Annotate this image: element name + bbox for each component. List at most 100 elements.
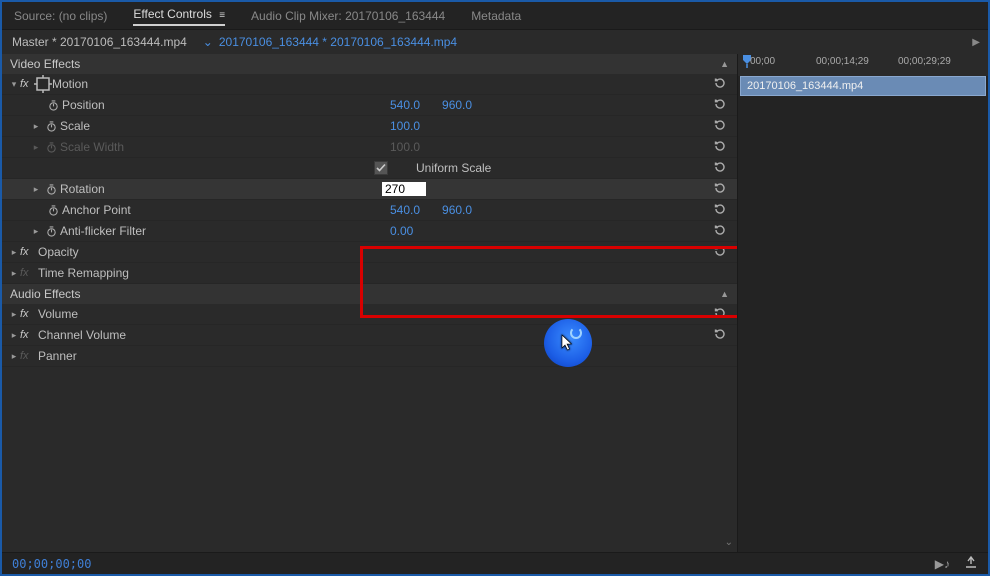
opacity-label: Opacity xyxy=(38,245,79,259)
effect-controls-list: Video Effects ▲ ▾ fx Motion P xyxy=(2,54,737,552)
reset-button[interactable] xyxy=(713,244,727,261)
timecode-display[interactable]: 00;00;00;00 xyxy=(12,557,91,571)
scale-width-value: 100.0 xyxy=(390,140,420,154)
antiflicker-label: Anti-flicker Filter xyxy=(60,224,146,238)
tab-effect-controls-label: Effect Controls xyxy=(133,7,211,21)
fx-badge-icon: fx xyxy=(20,350,34,362)
rotation-input[interactable] xyxy=(382,182,426,196)
tab-source[interactable]: Source: (no clips) xyxy=(14,9,107,23)
twisty-closed-icon[interactable]: ▸ xyxy=(8,351,20,362)
twisty-closed-icon[interactable]: ▸ xyxy=(30,226,42,237)
premiere-effect-controls-panel: Source: (no clips) Effect Controls ≡ Aud… xyxy=(0,0,990,576)
twisty-closed-icon[interactable]: ▸ xyxy=(8,309,20,320)
fx-badge-icon: fx xyxy=(20,329,34,341)
reset-button[interactable] xyxy=(713,202,727,219)
twisty-closed-icon[interactable]: ▸ xyxy=(8,247,20,258)
stopwatch-icon[interactable] xyxy=(42,184,60,195)
stopwatch-icon xyxy=(42,142,60,153)
reset-button[interactable] xyxy=(713,139,727,156)
twisty-closed-icon[interactable]: ▸ xyxy=(30,121,42,132)
section-collapse-icon[interactable]: ▲ xyxy=(720,289,729,299)
anchor-x-value[interactable]: 540.0 xyxy=(390,203,420,217)
prop-anchor-point: Anchor Point 540.0 960.0 xyxy=(2,200,737,221)
panel-scroll-icon[interactable]: ⌄ xyxy=(725,537,733,548)
play-icon[interactable]: ▶ xyxy=(972,37,980,48)
effect-channel-volume[interactable]: ▸ fx Channel Volume xyxy=(2,325,737,346)
chevron-down-icon[interactable]: ⌄ xyxy=(203,35,213,49)
anchor-point-label: Anchor Point xyxy=(62,203,131,217)
scale-width-label: Scale Width xyxy=(60,140,124,154)
effect-motion[interactable]: ▾ fx Motion xyxy=(2,74,737,95)
volume-label: Volume xyxy=(38,307,78,321)
main-split: Video Effects ▲ ▾ fx Motion P xyxy=(2,54,988,552)
prop-uniform-scale: Uniform Scale xyxy=(2,158,737,179)
tab-audio-clip-mixer[interactable]: Audio Clip Mixer: 20170106_163444 xyxy=(251,9,445,23)
position-x-value[interactable]: 540.0 xyxy=(390,98,420,112)
twisty-closed-icon[interactable]: ▸ xyxy=(8,268,20,279)
scale-value[interactable]: 100.0 xyxy=(390,119,420,133)
stopwatch-icon[interactable] xyxy=(42,121,60,132)
timeline-clip[interactable]: 20170106_163444.mp4 xyxy=(740,76,986,96)
tab-metadata[interactable]: Metadata xyxy=(471,9,521,23)
reset-button[interactable] xyxy=(713,97,727,114)
time-tick: 00;00;29;29 xyxy=(898,56,951,67)
twisty-open-icon[interactable]: ▾ xyxy=(8,79,20,90)
position-y-value[interactable]: 960.0 xyxy=(442,98,472,112)
uniform-scale-label: Uniform Scale xyxy=(416,161,491,175)
stopwatch-icon[interactable] xyxy=(42,226,60,237)
anchor-y-value[interactable]: 960.0 xyxy=(442,203,472,217)
reset-button[interactable] xyxy=(713,223,727,240)
uniform-scale-checkbox[interactable] xyxy=(374,161,388,175)
effect-time-remapping[interactable]: ▸ fx Time Remapping xyxy=(2,263,737,284)
reset-button[interactable] xyxy=(713,160,727,177)
tab-effect-controls[interactable]: Effect Controls ≡ xyxy=(133,7,225,26)
mini-timeline: 00;00 00;00;14;29 00;00;29;29 20170106_1… xyxy=(737,54,988,552)
section-collapse-icon[interactable]: ▲ xyxy=(720,59,729,69)
rotation-label: Rotation xyxy=(60,182,105,196)
panel-menu-icon[interactable]: ≡ xyxy=(219,10,225,21)
time-tick: 00;00 xyxy=(750,56,775,67)
prop-rotation: ▸ Rotation xyxy=(2,179,737,200)
play-only-icon[interactable]: ▶♪ xyxy=(935,557,950,571)
time-remapping-label: Time Remapping xyxy=(38,266,129,280)
twisty-closed-icon[interactable]: ▸ xyxy=(8,330,20,341)
annotation-cursor-spot xyxy=(544,319,592,367)
effect-panner[interactable]: ▸ fx Panner xyxy=(2,346,737,367)
reset-button[interactable] xyxy=(713,76,727,93)
fx-badge-icon: fx xyxy=(20,78,34,90)
prop-position: Position 540.0 960.0 xyxy=(2,95,737,116)
reset-button[interactable] xyxy=(713,306,727,323)
fx-badge-icon: fx xyxy=(20,308,34,320)
video-effects-header: Video Effects ▲ xyxy=(2,54,737,74)
reset-button[interactable] xyxy=(713,181,727,198)
panner-label: Panner xyxy=(38,349,77,363)
scale-label: Scale xyxy=(60,119,90,133)
motion-label: Motion xyxy=(52,77,88,91)
position-label: Position xyxy=(62,98,105,112)
panel-tab-bar: Source: (no clips) Effect Controls ≡ Aud… xyxy=(2,2,988,30)
panel-footer: 00;00;00;00 ▶♪ xyxy=(2,552,988,574)
time-tick: 00;00;14;29 xyxy=(816,56,869,67)
fx-badge-icon: fx xyxy=(20,246,34,258)
antiflicker-value[interactable]: 0.00 xyxy=(390,224,413,238)
effect-volume[interactable]: ▸ fx Volume xyxy=(2,304,737,325)
timeline-body xyxy=(738,96,988,552)
stopwatch-icon[interactable] xyxy=(44,100,62,111)
master-clip-label: Master * 20170106_163444.mp4 xyxy=(12,35,187,49)
sequence-clip-link[interactable]: 20170106_163444 * 20170106_163444.mp4 xyxy=(219,35,457,49)
twisty-closed-icon[interactable]: ▸ xyxy=(30,184,42,195)
export-icon[interactable] xyxy=(964,556,978,571)
reset-button[interactable] xyxy=(713,118,727,135)
effect-opacity[interactable]: ▸ fx Opacity xyxy=(2,242,737,263)
channel-volume-label: Channel Volume xyxy=(38,328,126,342)
stopwatch-icon[interactable] xyxy=(44,205,62,216)
prop-scale-width: ▸ Scale Width 100.0 xyxy=(2,137,737,158)
clip-name-label: 20170106_163444.mp4 xyxy=(747,80,863,92)
twisty-closed-icon: ▸ xyxy=(30,142,42,153)
transform-icon[interactable] xyxy=(34,75,52,93)
prop-antiflicker: ▸ Anti-flicker Filter 0.00 xyxy=(2,221,737,242)
time-ruler[interactable]: 00;00 00;00;14;29 00;00;29;29 xyxy=(738,54,988,76)
reset-button[interactable] xyxy=(713,327,727,344)
prop-scale: ▸ Scale 100.0 xyxy=(2,116,737,137)
audio-effects-label: Audio Effects xyxy=(10,287,81,301)
